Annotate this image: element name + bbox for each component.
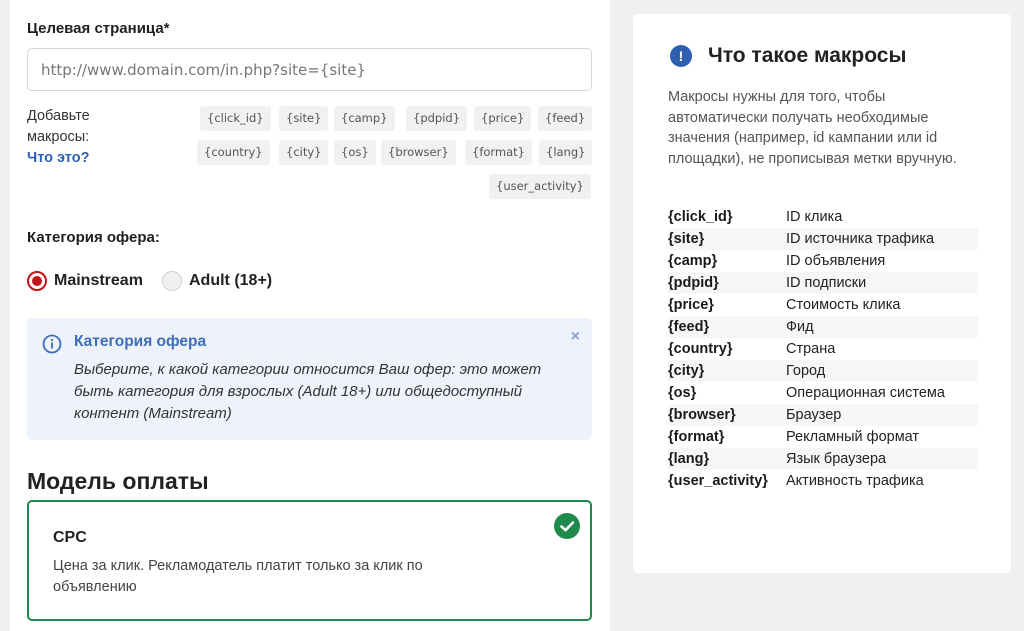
macro-value: Фид (786, 319, 814, 335)
macro-chip-os[interactable]: {os} (334, 140, 376, 165)
macros-help-panel: ! Что такое макросы Макросы нужны для то… (633, 14, 1011, 573)
cpc-title: CPC (53, 529, 87, 546)
macro-value: ID клика (786, 209, 843, 225)
macro-value: Страна (786, 341, 836, 357)
table-row: {camp} ID объявления (668, 250, 978, 272)
macro-value: Язык браузера (786, 451, 887, 467)
macro-chip-pdpid[interactable]: {pdpid} (406, 106, 468, 131)
macro-chip-lang[interactable]: {lang} (539, 140, 593, 165)
macro-key: {user_activity} (668, 473, 768, 489)
macro-value: ID источника трафика (786, 231, 935, 247)
payment-model-title: Модель оплаты (27, 468, 209, 494)
macro-value: Город (786, 363, 826, 379)
macro-key: {feed} (668, 319, 710, 335)
macros-label: Добавьте макросы: (27, 108, 90, 145)
macro-key: {camp} (668, 253, 718, 269)
macro-chip-format[interactable]: {format} (465, 140, 533, 165)
macro-value: Операционная система (786, 385, 945, 401)
cpc-description: Цена за клик. Рекламодатель платит тольк… (53, 558, 423, 595)
macro-key: {city} (668, 363, 705, 379)
info-icon (42, 334, 62, 359)
macro-value: Активность трафика (786, 473, 924, 489)
macro-value: Стоимость клика (786, 297, 901, 313)
macro-key: {site} (668, 231, 705, 247)
exclamation-icon: ! (670, 45, 692, 67)
table-row: {pdpid} ID подписки (668, 272, 978, 294)
macro-chip-user-activity[interactable]: {user_activity} (489, 174, 591, 199)
cpc-option-card[interactable]: CPC Цена за клик. Рекламодатель платит т… (27, 500, 592, 621)
help-title: Что такое макросы (708, 44, 907, 67)
macro-key: {os} (668, 385, 697, 401)
table-row: {browser} Браузер (668, 404, 978, 426)
table-row: {site} ID источника трафика (668, 228, 978, 250)
help-header: ! Что такое макросы (670, 44, 906, 68)
macro-value: ID объявления (786, 253, 886, 269)
macro-key: {click_id} (668, 209, 733, 225)
macro-key: {country} (668, 341, 733, 357)
macro-chip-city[interactable]: {city} (279, 140, 329, 165)
macro-chip-click-id[interactable]: {click_id} (200, 106, 271, 131)
table-row: {lang} Язык браузера (668, 448, 978, 470)
info-box-title: Категория офера (74, 333, 207, 350)
macro-chip-site[interactable]: {site} (279, 106, 329, 131)
macro-chip-feed[interactable]: {feed} (538, 106, 593, 131)
macro-chip-country[interactable]: {country} (197, 140, 270, 165)
macro-key: {format} (668, 429, 725, 445)
macro-value: ID подписки (786, 275, 867, 291)
macro-key: {browser} (668, 407, 736, 423)
table-row: {price} Стоимость клика (668, 294, 978, 316)
close-icon[interactable]: × (571, 328, 580, 346)
macro-chip-price[interactable]: {price} (474, 106, 532, 131)
help-description: Макросы нужны для того, чтобы автоматиче… (668, 89, 957, 167)
macro-chip-camp[interactable]: {camp} (334, 106, 395, 131)
form-panel: Целевая страница* Добавьте макросы: Что … (10, 0, 610, 631)
table-row: {format} Рекламный формат (668, 426, 978, 448)
radio-adult-circle[interactable] (162, 271, 182, 291)
radio-mainstream-circle[interactable] (27, 271, 47, 291)
what-is-this-link[interactable]: Что это? (27, 150, 89, 166)
table-row: {feed} Фид (668, 316, 978, 338)
macros-table: {click_id} ID клика {site} ID источника тр… (668, 206, 978, 492)
check-icon (554, 513, 580, 539)
category-info-box: Категория офера Выберите, к какой катего… (27, 318, 592, 440)
radio-mainstream[interactable]: Mainstream (27, 271, 143, 291)
macro-key: {pdpid} (668, 275, 719, 291)
table-row: {click_id} ID клика (668, 206, 978, 228)
radio-adult[interactable]: Adult (18+) (162, 271, 272, 291)
macro-value: Рекламный формат (786, 429, 920, 445)
macro-value: Браузер (786, 407, 842, 423)
table-row: {user_activity} Активность трафика (668, 470, 978, 492)
macro-key: {lang} (668, 451, 710, 467)
target-page-input[interactable] (27, 48, 592, 91)
target-page-label: Целевая страница* (27, 20, 170, 37)
info-box-text: Выберите, к какой категории относится Ва… (74, 361, 542, 422)
radio-adult-label: Adult (18+) (189, 272, 273, 289)
macro-chip-browser[interactable]: {browser} (381, 140, 456, 165)
table-row: {os} Операционная система (668, 382, 978, 404)
radio-mainstream-label: Mainstream (54, 272, 143, 289)
table-row: {city} Город (668, 360, 978, 382)
macro-key: {price} (668, 297, 714, 313)
table-row: {country} Страна (668, 338, 978, 360)
category-label: Категория офера: (27, 229, 160, 246)
